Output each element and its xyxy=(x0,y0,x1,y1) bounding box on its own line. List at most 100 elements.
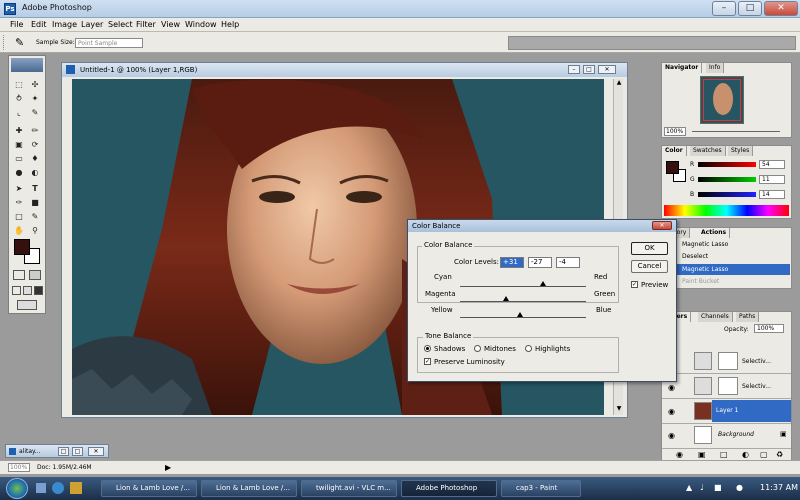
brush-tool-icon[interactable]: ✏ xyxy=(29,126,41,136)
history-item-dimmed[interactable]: Paint Bucket xyxy=(682,278,719,285)
eyedropper-icon[interactable]: ✎ xyxy=(15,36,24,49)
channel-r-slider[interactable] xyxy=(698,162,756,167)
path-selection-tool-icon[interactable]: ➤ xyxy=(13,184,25,194)
layer-row[interactable]: ◉ Selectiv... xyxy=(662,350,791,374)
navigator-thumbnail[interactable] xyxy=(700,76,744,124)
eye-icon[interactable]: ◉ xyxy=(668,431,675,440)
magic-wand-tool-icon[interactable]: ✦ xyxy=(29,94,41,104)
highlights-radio[interactable] xyxy=(525,345,532,352)
minimize-button[interactable]: – xyxy=(712,1,736,16)
menu-window[interactable]: Window xyxy=(185,20,217,29)
magenta-green-slider-thumb[interactable] xyxy=(502,296,509,301)
menu-image[interactable]: Image xyxy=(52,20,77,29)
preserve-luminosity-checkbox[interactable]: ✓ xyxy=(424,358,431,365)
browser-icon[interactable] xyxy=(52,482,64,494)
network-icon[interactable]: ▲ xyxy=(686,483,692,492)
show-desktop-icon[interactable] xyxy=(36,483,46,493)
folder-icon[interactable] xyxy=(70,482,82,494)
ok-button[interactable]: OK xyxy=(631,242,668,255)
menu-layer[interactable]: Layer xyxy=(81,20,103,29)
maximize-button[interactable]: □ xyxy=(738,1,762,16)
menu-file[interactable]: File xyxy=(10,20,23,29)
sample-size-select[interactable]: Point Sample xyxy=(75,38,143,48)
menu-edit[interactable]: Edit xyxy=(31,20,47,29)
tray-icon[interactable]: ● xyxy=(736,483,743,492)
menu-filter[interactable]: Filter xyxy=(136,20,156,29)
yellow-blue-slider-track[interactable] xyxy=(460,317,586,318)
tab-styles[interactable]: Styles xyxy=(728,146,754,156)
navigator-zoom-slider[interactable] xyxy=(692,131,780,132)
tab-swatches[interactable]: Swatches xyxy=(690,146,726,156)
add-mask-icon[interactable]: ▣ xyxy=(698,450,706,459)
shape-tool-icon[interactable]: ■ xyxy=(29,198,41,208)
level-cyan-red-field[interactable]: +31 xyxy=(500,257,524,268)
tab-color[interactable]: Color xyxy=(662,146,687,156)
eye-icon[interactable]: ◉ xyxy=(668,383,675,392)
status-menu-arrow-icon[interactable]: ▶ xyxy=(165,463,171,472)
taskbar-item[interactable]: Lion & Lamb Love /... xyxy=(201,480,297,497)
level-magenta-green-field[interactable]: -27 xyxy=(528,257,552,268)
scroll-down-icon[interactable]: ▼ xyxy=(615,405,623,413)
hand-tool-icon[interactable]: ✋ xyxy=(13,226,25,236)
eye-icon[interactable]: ◉ xyxy=(668,407,675,416)
navigator-view-box[interactable] xyxy=(703,79,741,121)
taskbar-item[interactable]: twilight.avi - VLC m... xyxy=(301,480,397,497)
eraser-tool-icon[interactable]: ▭ xyxy=(13,154,25,164)
layer-style-icon[interactable]: ◉ xyxy=(676,450,683,459)
menu-view[interactable]: View xyxy=(161,20,180,29)
history-item[interactable]: Deselect xyxy=(682,253,708,260)
cyan-red-slider-track[interactable] xyxy=(460,286,586,287)
eyedropper-tool-icon[interactable]: ✎ xyxy=(29,212,41,222)
screen-mode-full-menu-icon[interactable] xyxy=(23,286,32,295)
midtones-radio[interactable] xyxy=(474,345,481,352)
channel-g-slider[interactable] xyxy=(698,177,756,182)
navigator-zoom-field[interactable]: 100% xyxy=(664,127,686,136)
layer-row[interactable]: ◉ Selectiv... xyxy=(662,375,791,399)
maximize-doc-button[interactable]: □ xyxy=(72,447,83,456)
jump-to-imageready-icon[interactable] xyxy=(17,300,37,310)
magenta-green-slider-track[interactable] xyxy=(460,301,586,302)
panel-foreground-swatch[interactable] xyxy=(666,161,679,174)
palette-well[interactable] xyxy=(508,36,796,50)
healing-brush-tool-icon[interactable]: ✚ xyxy=(13,126,25,136)
status-zoom-field[interactable]: 100% xyxy=(8,463,30,472)
dodge-tool-icon[interactable]: ◐ xyxy=(29,168,41,178)
cyan-red-slider-thumb[interactable] xyxy=(539,281,546,286)
opacity-field[interactable]: 100% xyxy=(754,324,784,333)
preview-checkbox[interactable]: ✓ xyxy=(631,281,638,288)
tab-actions[interactable]: Actions xyxy=(698,228,731,238)
color-spectrum-bar[interactable] xyxy=(664,205,789,216)
level-yellow-blue-field[interactable]: -4 xyxy=(556,257,580,268)
screen-mode-standard-icon[interactable] xyxy=(12,286,21,295)
lasso-tool-icon[interactable]: ⥁ xyxy=(13,94,25,104)
taskbar-item-active[interactable]: Adobe Photoshop xyxy=(401,480,497,497)
tab-info[interactable]: Info xyxy=(706,63,725,73)
tab-channels[interactable]: Channels xyxy=(698,312,733,322)
history-brush-tool-icon[interactable]: ⟳ xyxy=(29,140,41,150)
volume-icon[interactable]: ♩ xyxy=(700,483,704,492)
tab-navigator[interactable]: Navigator xyxy=(662,63,703,73)
restore-doc-button[interactable]: □ xyxy=(58,447,69,456)
shadows-radio[interactable] xyxy=(424,345,431,352)
minimized-document[interactable]: alitay... □ □ ✕ xyxy=(5,444,109,458)
history-item-selected[interactable]: Magnetic Lasso xyxy=(676,264,790,275)
scroll-up-icon[interactable]: ▲ xyxy=(615,79,623,87)
close-doc-button[interactable]: ✕ xyxy=(88,447,104,456)
doc-minimize-button[interactable]: – xyxy=(568,65,580,74)
pen-tool-icon[interactable]: ✑ xyxy=(13,198,25,208)
doc-close-button[interactable]: ✕ xyxy=(598,65,616,74)
zoom-tool-icon[interactable]: ⚲ xyxy=(29,226,41,236)
channel-b-slider[interactable] xyxy=(698,192,756,197)
clock[interactable]: 11:37 AM xyxy=(760,483,798,492)
channel-b-field[interactable]: 14 xyxy=(759,190,785,199)
new-layer-icon[interactable]: ▢ xyxy=(760,450,768,459)
dialog-close-button[interactable]: ✕ xyxy=(652,221,672,230)
screen-mode-full-icon[interactable] xyxy=(34,286,43,295)
move-tool-icon[interactable]: ✣ xyxy=(29,80,41,90)
taskbar-item[interactable]: cap3 - Paint xyxy=(501,480,581,497)
close-button[interactable]: ✕ xyxy=(764,1,798,16)
menu-help[interactable]: Help xyxy=(221,20,239,29)
doc-maximize-button[interactable]: □ xyxy=(583,65,595,74)
history-item[interactable]: Magnetic Lasso xyxy=(682,241,728,248)
marquee-tool-icon[interactable]: ⬚ xyxy=(13,80,25,90)
